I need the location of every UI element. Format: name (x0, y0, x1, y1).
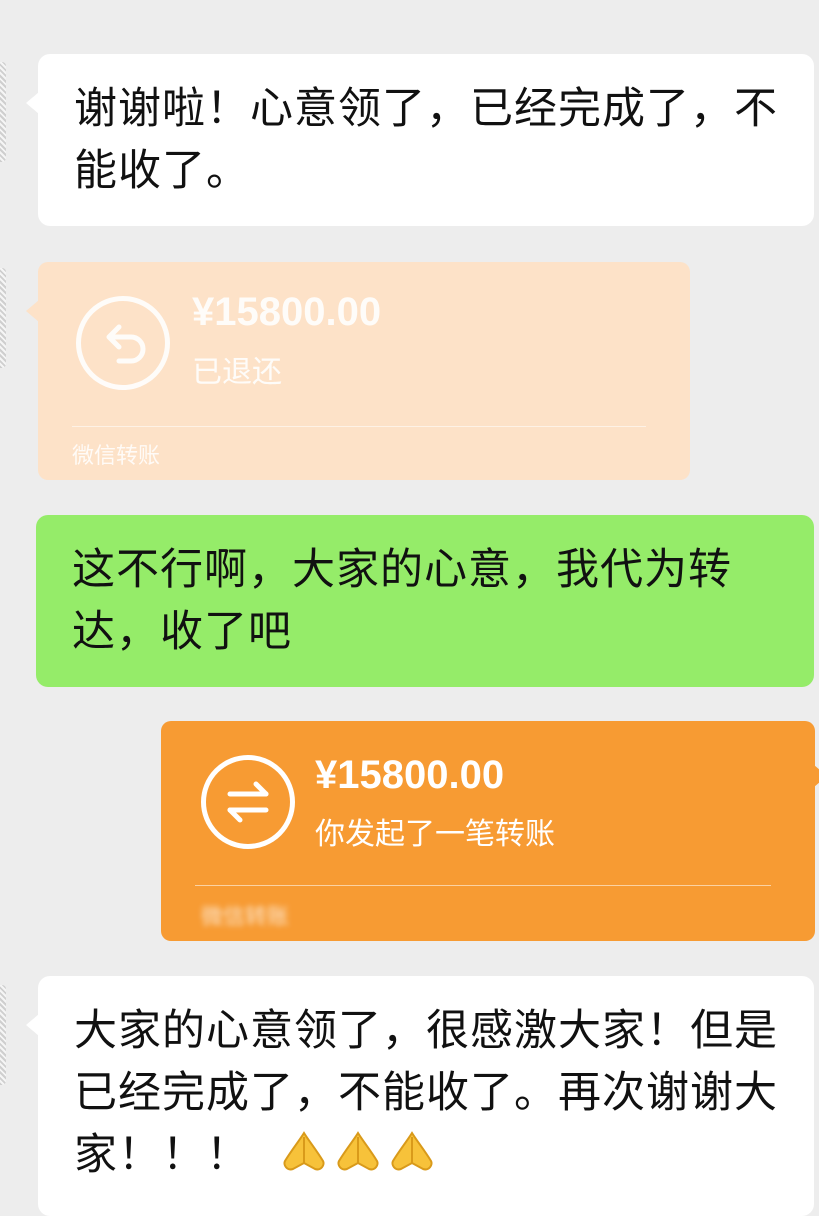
message-text: 这不行啊，大家的心意，我代为转达，收了吧 (72, 545, 732, 657)
incoming-message-bubble[interactable]: 谢谢啦！心意领了，已经完成了，不能收了。 (26, 54, 814, 226)
transfer-status: 你发起了一笔转账 (315, 817, 555, 852)
emoji-group (279, 1130, 441, 1180)
sender-avatar[interactable] (0, 268, 6, 368)
transfer-status: 已退还 (192, 355, 282, 390)
transfer-amount: ¥15800.00 (315, 753, 505, 797)
transfer-card-sent[interactable]: ¥15800.00 你发起了一笔转账 微信转账 (161, 721, 819, 941)
pray-icon (391, 1131, 433, 1171)
transfer-divider (195, 885, 771, 886)
transfer-divider (72, 426, 646, 427)
message-text: 大家的心意领了，很感激大家！但是已经完成了，不能收了。再次谢谢大家！！！ (74, 1000, 788, 1186)
sender-avatar[interactable] (0, 985, 6, 1085)
incoming-message-bubble[interactable]: 大家的心意领了，很感激大家！但是已经完成了，不能收了。再次谢谢大家！！！ (26, 976, 814, 1216)
sender-avatar[interactable] (0, 62, 6, 162)
outgoing-message-bubble[interactable]: 这不行啊，大家的心意，我代为转达，收了吧 (36, 515, 814, 687)
return-arrow-icon (76, 296, 170, 390)
pray-icon (337, 1131, 379, 1171)
pray-icon (283, 1131, 325, 1171)
message-text: 谢谢啦！心意领了，已经完成了，不能收了。 (74, 84, 778, 196)
transfer-footer: 微信转账 (201, 905, 290, 930)
transfer-amount: ¥15800.00 (192, 290, 382, 334)
transfer-footer: 微信转账 (72, 444, 161, 469)
transfer-card-returned[interactable]: ¥15800.00 已退还 微信转账 (26, 262, 690, 480)
transfer-arrows-icon (201, 755, 295, 849)
